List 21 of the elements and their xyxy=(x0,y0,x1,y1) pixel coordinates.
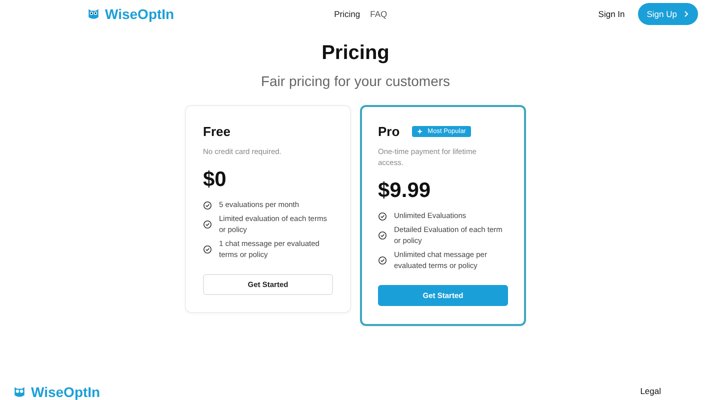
plan-name: Free xyxy=(203,124,230,138)
brand-name: WiseOptIn xyxy=(105,6,174,22)
plan-name: Pro xyxy=(378,124,400,138)
check-circle-icon xyxy=(203,245,212,254)
check-circle-icon xyxy=(378,256,387,266)
check-circle-icon xyxy=(203,200,212,210)
footer-link[interactable]: Legal xyxy=(640,386,661,396)
check-circle-icon xyxy=(378,212,387,220)
nav-link[interactable]: FAQ xyxy=(370,9,388,19)
plan-price: $0 xyxy=(203,168,228,192)
nav-link[interactable]: Pricing xyxy=(334,9,360,19)
sign-in-link[interactable]: Sign In xyxy=(598,9,625,19)
page-title: Pricing xyxy=(320,42,390,65)
page-subtitle: Fair pricing for your customers xyxy=(260,73,452,89)
check-circle-icon xyxy=(378,231,387,240)
sparkle-icon xyxy=(416,128,424,134)
plan-price: $9.99 xyxy=(378,178,432,203)
check-circle-icon xyxy=(203,220,212,230)
chevron-right-icon xyxy=(682,10,690,18)
owl-logo-icon xyxy=(87,7,100,21)
brand-name: WiseOptIn xyxy=(31,384,100,400)
